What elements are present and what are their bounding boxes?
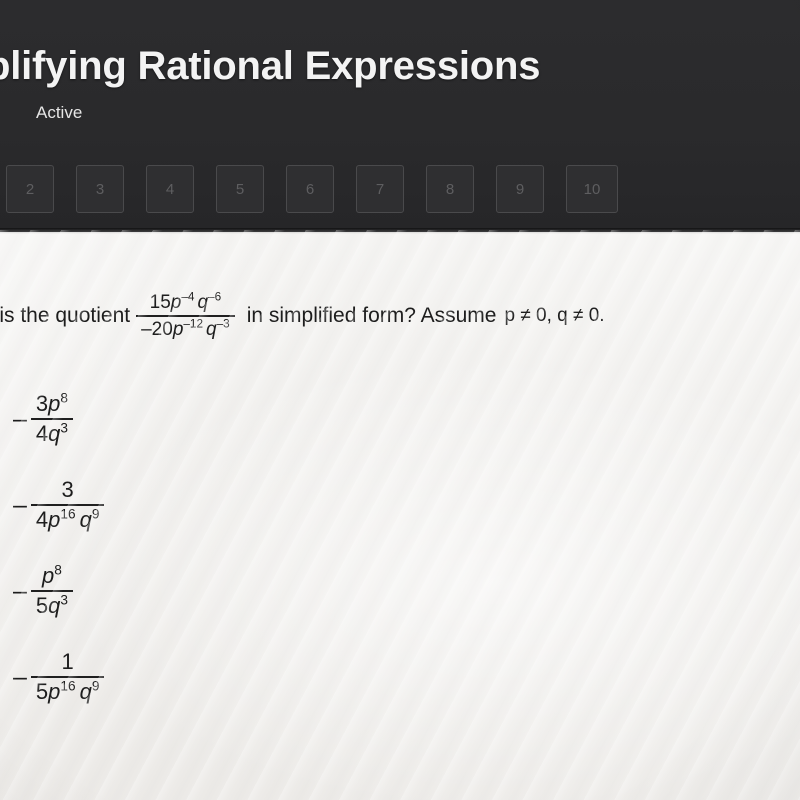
question-lead: at is the quotient	[0, 304, 131, 328]
choice-a-num-p: p	[48, 390, 61, 416]
pager-item-7[interactable]: 7	[356, 165, 404, 213]
choice-b-sign: –	[13, 490, 27, 519]
choice-d-denominator: 5p16 q9	[31, 678, 104, 705]
numerator-coefficient: 15	[149, 292, 171, 313]
choice-c-den-q-exp: 3	[60, 592, 68, 608]
choice-d-den-q: q	[79, 678, 92, 704]
choice-a-fraction: 3p8 4q3	[30, 390, 73, 447]
header-shadow-edge	[0, 228, 800, 234]
pager-item-8[interactable]: 8	[426, 165, 474, 213]
header-subtitle: Active	[36, 103, 83, 122]
choice-b-numerator: 3	[57, 476, 79, 503]
choice-c-den-coef: 5	[35, 592, 49, 618]
choice-b-den-q: q	[79, 506, 92, 532]
question-condition: p ≠ 0, q ≠ 0.	[504, 305, 605, 327]
pager-item-6[interactable]: 6	[286, 165, 334, 213]
choice-d-den-q-exp: 9	[91, 678, 100, 694]
pager-item-2[interactable]: 2	[6, 165, 54, 213]
choice-b-denominator: 4p16 q9	[31, 506, 104, 533]
choice-b-den-q-exp: 9	[91, 506, 100, 522]
question-fraction: 15p–4 q–6 –20p–12 q–3	[136, 290, 235, 340]
choice-d-num-coef: 1	[61, 648, 74, 674]
answer-choice-b[interactable]: – 3 4p16 q9	[0, 462, 358, 548]
choice-d-den-p-exp: 16	[60, 678, 76, 694]
pager-item-3[interactable]: 3	[76, 165, 124, 213]
choice-c-numerator: p8	[37, 562, 67, 589]
question-pager[interactable]: 2 3 4 5 6 7 8 9 10	[0, 165, 618, 213]
choice-b-num-coef: 3	[61, 476, 74, 502]
choice-d-sign: –	[13, 662, 27, 691]
choice-b-den-p: p	[48, 506, 61, 532]
denominator-p-exponent: –12	[183, 317, 204, 331]
choice-c-den-q: q	[48, 592, 61, 618]
choice-c-num-p-exp: 8	[54, 562, 62, 578]
denominator-q-base: q	[206, 318, 217, 340]
choice-a-num-p-exp: 8	[60, 390, 68, 406]
choice-a-denominator: 4q3	[31, 420, 73, 447]
choice-b-den-coef: 4	[35, 506, 49, 532]
answer-choice-a[interactable]: – 3p8 4q3	[0, 376, 358, 462]
pager-item-5[interactable]: 5	[216, 165, 264, 213]
answer-choice-c[interactable]: – p8 5q3	[0, 548, 358, 634]
choice-c-fraction: p8 5q3	[30, 562, 73, 619]
denominator-q-exponent: –3	[216, 317, 230, 331]
question-text: at is the quotient 15p–4q–6 –20p–12q–3 i…	[0, 290, 605, 340]
choice-d-den-coef: 5	[35, 678, 49, 704]
choice-d-den-p: p	[48, 678, 61, 704]
question-middle: in simplified form? Assume	[246, 304, 497, 328]
choice-c-denominator: 5q3	[31, 592, 73, 619]
choice-c-sign: –	[13, 576, 27, 605]
lesson-header: plifying Rational Expressions Active 2 3…	[0, 0, 800, 232]
numerator-q-base: q	[197, 292, 209, 313]
numerator-p-exponent: –4	[181, 290, 195, 304]
page-title: plifying Rational Expressions	[0, 44, 541, 88]
answer-choice-list[interactable]: – 3p8 4q3 – 3 4p16 q9 – p8 5q3 – 1 5p16 q9	[0, 376, 358, 720]
denominator-p-base: p	[172, 318, 184, 340]
choice-a-sign: –	[13, 404, 27, 433]
answer-choice-d[interactable]: – 1 5p16 q9	[0, 634, 358, 720]
pager-item-9[interactable]: 9	[496, 165, 544, 213]
denominator-coefficient: –20	[141, 318, 173, 340]
choice-a-den-coef: 4	[35, 420, 49, 446]
choice-a-numerator: 3p8	[31, 390, 73, 417]
fraction-denominator: –20p–12 q–3	[136, 317, 235, 340]
numerator-p-base: p	[170, 292, 182, 313]
choice-b-fraction: 3 4p16 q9	[30, 476, 105, 533]
choice-a-den-q: q	[48, 420, 61, 446]
pager-item-4[interactable]: 4	[146, 165, 194, 213]
choice-b-den-p-exp: 16	[60, 506, 76, 522]
choice-d-fraction: 1 5p16 q9	[30, 648, 105, 705]
fraction-numerator: 15p–4 q–6	[145, 290, 226, 313]
choice-a-den-q-exp: 3	[60, 420, 68, 436]
choice-d-numerator: 1	[57, 648, 79, 675]
choice-c-num-p: p	[42, 562, 55, 588]
choice-a-num-coef: 3	[35, 390, 49, 416]
numerator-q-exponent: –6	[208, 290, 222, 304]
pager-item-10[interactable]: 10	[566, 165, 618, 213]
